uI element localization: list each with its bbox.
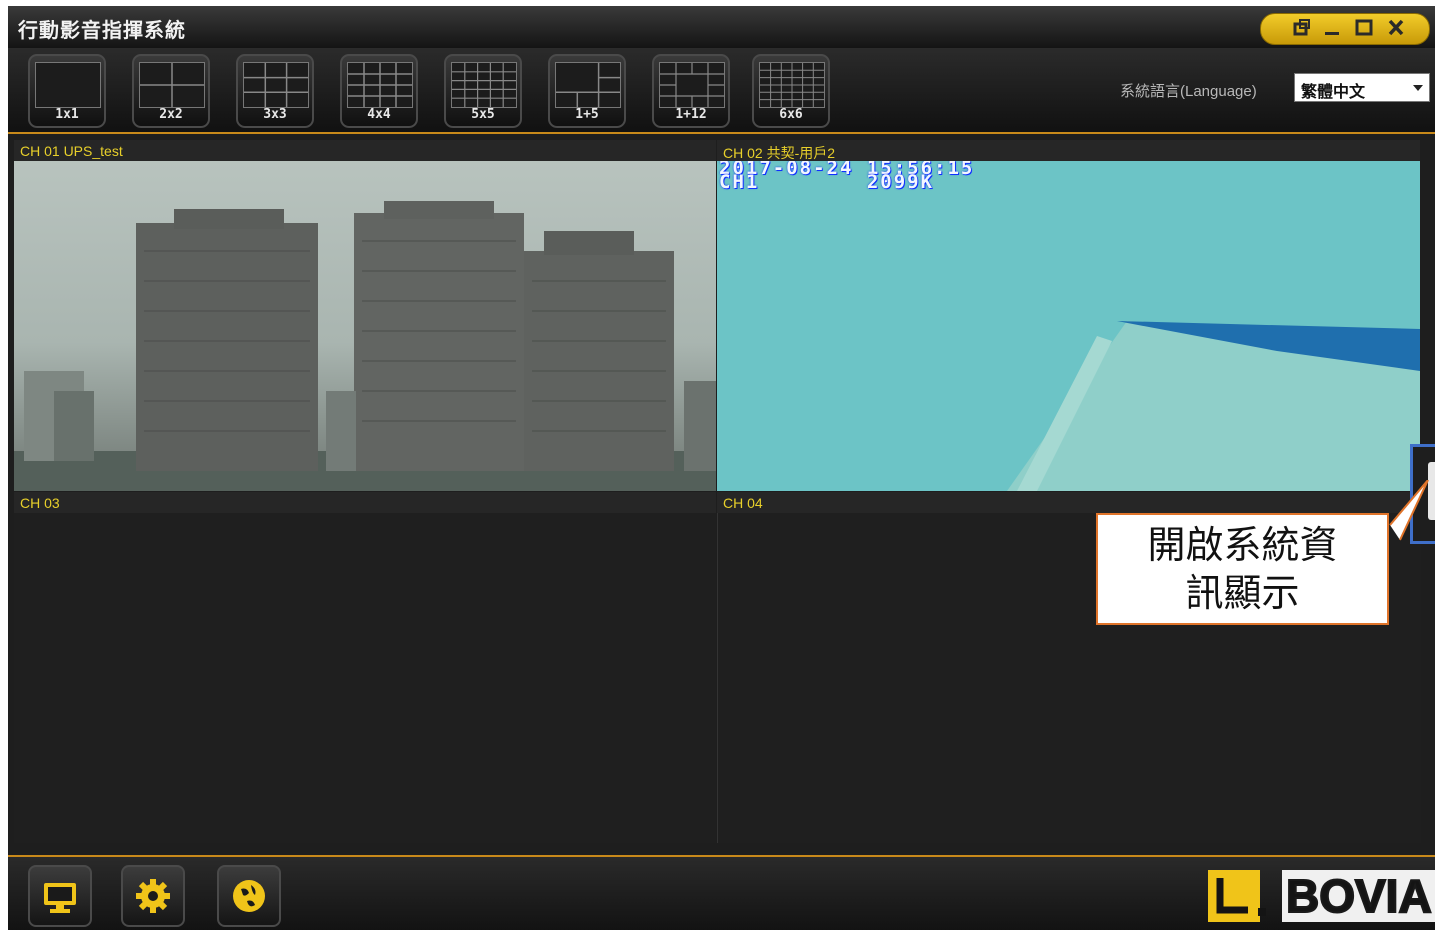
layout-3x3-icon <box>243 62 309 108</box>
callout-text: 開啟系統資 訊顯示 <box>1147 523 1338 615</box>
layout-4x4-icon <box>347 62 413 108</box>
layout-6x6-label: 6x6 <box>779 107 803 122</box>
bottom-bar: BOVIA <box>8 855 1435 930</box>
channel-2-video[interactable]: 2017-08-24 15:56:15 CH1 2099K <box>717 161 1420 491</box>
monitor-icon <box>44 883 76 913</box>
chevron-down-icon <box>1413 85 1423 91</box>
layout-1plus5-icon <box>555 62 621 108</box>
settings-button[interactable] <box>121 865 185 927</box>
channel-4-label: CH 04 <box>723 495 763 511</box>
layout-1plus12-button[interactable]: 1+12 <box>652 54 730 128</box>
close-button[interactable] <box>1385 17 1407 39</box>
gear-icon <box>136 879 170 913</box>
layout-3x3-label: 3x3 <box>263 107 287 122</box>
brand-logo-mark <box>1208 870 1266 922</box>
layout-toolbar: 1x1 2x2 3x3 4x4 5x5 1+5 1+12 6x6 系統語言(La… <box>8 48 1435 134</box>
close-icon <box>1388 19 1404 36</box>
layout-4x4-button[interactable]: 4x4 <box>340 54 418 128</box>
minimize-icon <box>1325 32 1339 35</box>
title-bar[interactable]: 行動影音指揮系統 <box>8 6 1435 48</box>
layout-6x6-icon <box>759 62 825 108</box>
layout-5x5-icon <box>451 62 517 108</box>
app-window: 行動影音指揮系統 1x1 2x2 3x3 4x4 5x5 1+5 1+12 6x… <box>8 6 1435 930</box>
channel-1-video[interactable] <box>14 161 716 491</box>
layout-1plus5-button[interactable]: 1+5 <box>548 54 626 128</box>
channel-2-label: CH 02 共契-用戶2 <box>723 145 836 161</box>
layout-1plus12-label: 1+12 <box>675 107 707 122</box>
channel-2-osd-info: CH1 2099K <box>719 171 935 193</box>
layout-2x2-button[interactable]: 2x2 <box>132 54 210 128</box>
restore-button[interactable] <box>1291 17 1313 39</box>
channel-2-header: CH 02 共契-用戶2 <box>717 140 1420 161</box>
layout-4x4-label: 4x4 <box>367 107 391 122</box>
restore-icon <box>1293 19 1310 36</box>
language-select[interactable]: 繁體中文 <box>1294 73 1430 102</box>
globe-icon <box>233 880 265 912</box>
layout-5x5-button[interactable]: 5x5 <box>444 54 522 128</box>
brand-logo-text: BOVIA <box>1282 869 1435 923</box>
window-title: 行動影音指揮系統 <box>18 18 186 42</box>
layout-1plus5-label: 1+5 <box>575 107 599 122</box>
network-button[interactable] <box>217 865 281 927</box>
brand-logo: BOVIA <box>1206 869 1435 923</box>
callout-box: 開啟系統資 訊顯示 <box>1096 513 1389 625</box>
layout-1x1-icon <box>35 62 101 108</box>
channel-1-header: CH 01 UPS_test <box>14 140 716 161</box>
layout-1x1-button[interactable]: 1x1 <box>28 54 106 128</box>
layout-2x2-icon <box>139 62 205 108</box>
channel-3-video[interactable] <box>14 513 716 843</box>
maximize-icon <box>1355 19 1373 36</box>
channel-1-label: CH 01 UPS_test <box>20 143 123 159</box>
channel-3-label: CH 03 <box>20 495 60 511</box>
language-label: 系統語言(Language) <box>1120 83 1257 100</box>
channel-3-header: CH 03 <box>14 492 716 513</box>
channel-4-header: CH 04 <box>717 492 1420 513</box>
layout-5x5-label: 5x5 <box>471 107 495 122</box>
layout-1x1-label: 1x1 <box>55 107 79 122</box>
layout-2x2-label: 2x2 <box>159 107 183 122</box>
layout-1plus12-icon <box>659 62 725 108</box>
layout-3x3-button[interactable]: 3x3 <box>236 54 314 128</box>
monitor-button[interactable] <box>28 865 92 927</box>
maximize-button[interactable] <box>1353 17 1375 39</box>
window-controls <box>1260 13 1430 45</box>
language-selected-value: 繁體中文 <box>1301 84 1366 101</box>
layout-6x6-button[interactable]: 6x6 <box>752 54 830 128</box>
channel-2-image <box>1007 321 1420 491</box>
minimize-button[interactable] <box>1321 17 1343 39</box>
channel-1-image <box>14 201 716 491</box>
